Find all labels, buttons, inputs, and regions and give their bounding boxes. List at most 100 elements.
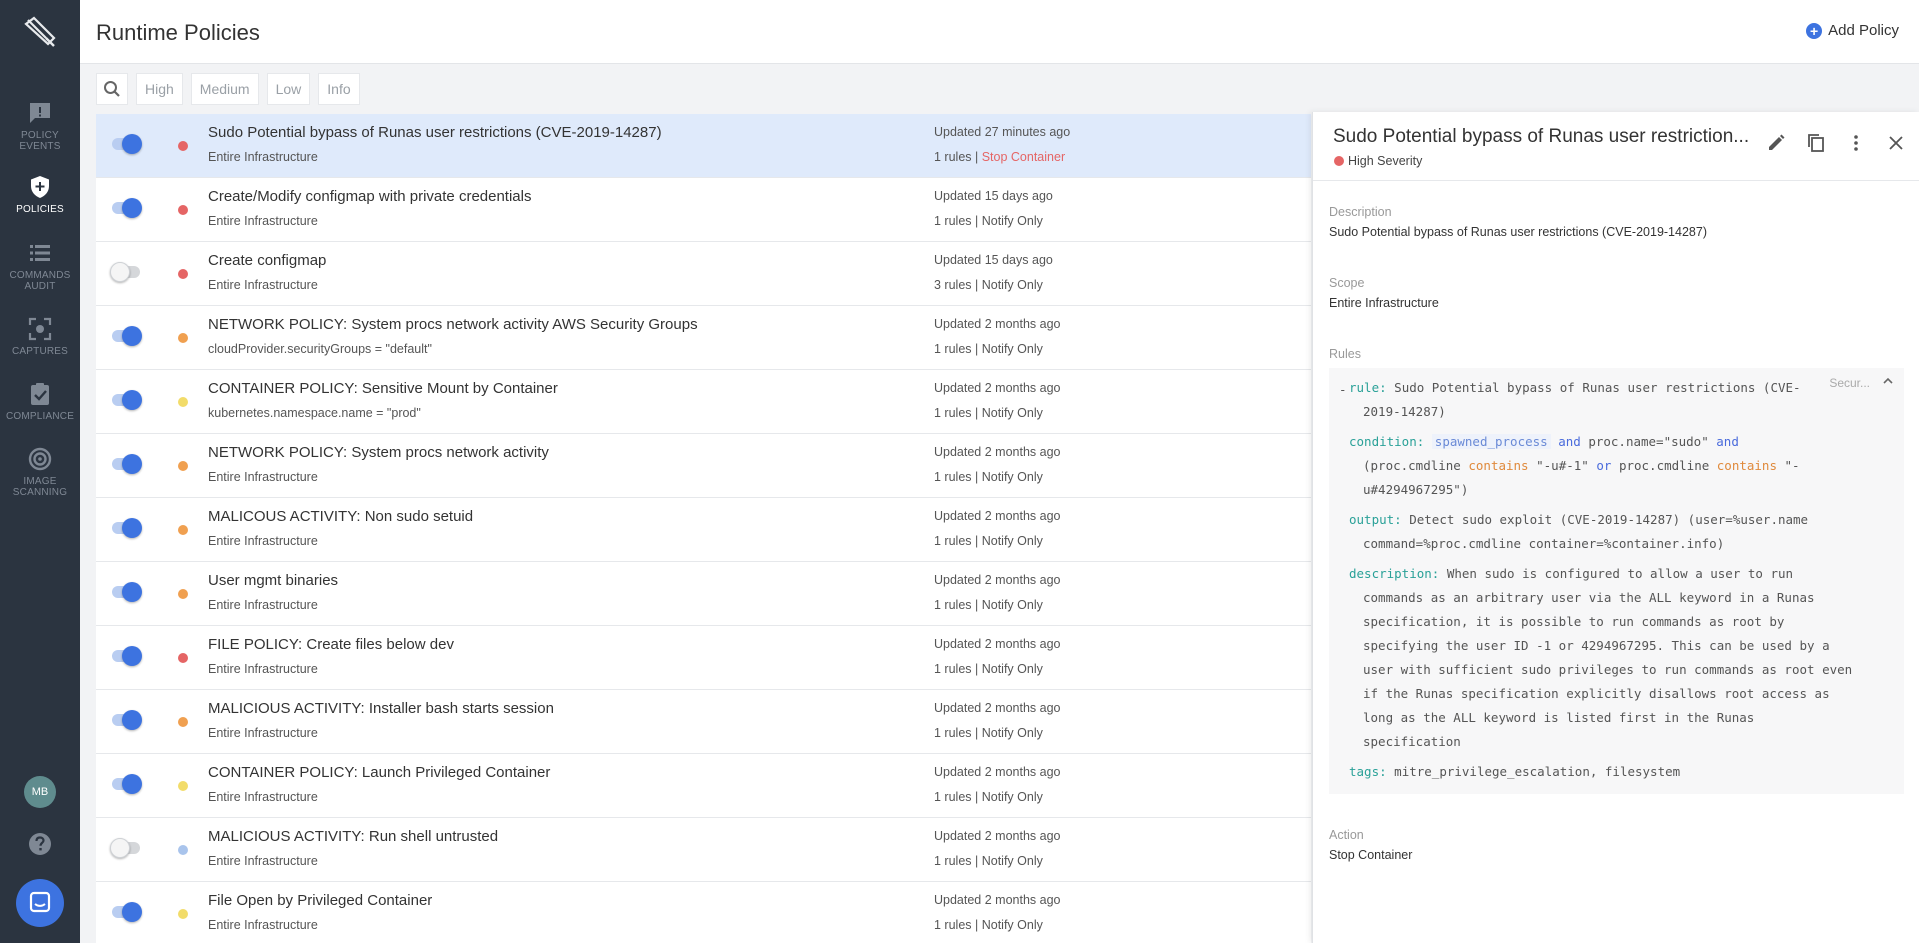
policy-toggle[interactable]	[110, 838, 140, 858]
policy-rules: 1 rules | Notify Only	[934, 662, 1043, 676]
policy-rules: 1 rules | Notify Only	[934, 214, 1043, 228]
code-text: (proc.cmdline	[1363, 458, 1461, 473]
policy-scope: Entire Infrastructure	[208, 534, 318, 548]
policy-row[interactable]: NETWORK POLICY: System procs network act…	[96, 306, 1311, 370]
policy-toggle[interactable]	[112, 198, 142, 218]
add-policy-button[interactable]: + Add Policy	[1806, 22, 1899, 39]
policy-row[interactable]: MALICOUS ACTIVITY: Non sudo setuid Entire…	[96, 498, 1311, 562]
chat-button[interactable]	[16, 879, 64, 927]
policy-rules: 1 rules | Notify Only	[934, 918, 1043, 932]
severity-dot	[178, 333, 188, 343]
policy-row[interactable]: Create/Modify configmap with private cre…	[96, 178, 1311, 242]
policy-updated: Updated 15 days ago	[934, 189, 1053, 203]
toggle-knob	[110, 838, 130, 858]
severity-dot	[178, 909, 188, 919]
search-button[interactable]	[96, 73, 128, 105]
policy-toggle[interactable]	[112, 646, 142, 666]
rule-count: 1 rules |	[934, 150, 982, 164]
plus-icon: +	[1806, 22, 1823, 39]
list-icon	[30, 245, 50, 261]
edit-button[interactable]	[1765, 132, 1787, 154]
policy-toggle[interactable]	[112, 518, 142, 538]
rule-count: 1 rules |	[934, 406, 982, 420]
toggle-knob	[110, 262, 130, 282]
policy-scope: Entire Infrastructure	[208, 726, 318, 740]
policy-row[interactable]: NETWORK POLICY: System procs network act…	[96, 434, 1311, 498]
policy-row[interactable]: CONTAINER POLICY: Sensitive Mount by Con…	[96, 370, 1311, 434]
policy-action: Notify Only	[981, 534, 1043, 548]
policy-row[interactable]: File Open by Privileged Container Entire …	[96, 882, 1311, 943]
policy-toggle[interactable]	[112, 390, 142, 410]
filter-info[interactable]: Info	[318, 73, 360, 105]
policy-updated: Updated 2 months ago	[934, 893, 1061, 907]
policy-row[interactable]: CONTAINER POLICY: Launch Privileged Cont…	[96, 754, 1311, 818]
code-text: Detect sudo exploit (CVE-2019-14287) (us…	[1409, 512, 1809, 527]
policy-row[interactable]: MALICIOUS ACTIVITY: Run shell untrusted E…	[96, 818, 1311, 882]
search-icon	[104, 81, 120, 97]
nav-policies[interactable]: POLICIES	[0, 174, 80, 215]
toggle-knob	[122, 774, 142, 794]
logo-icon[interactable]	[20, 12, 60, 52]
more-button[interactable]	[1845, 132, 1867, 154]
filter-low[interactable]: Low	[266, 73, 311, 105]
nav-image-scanning[interactable]: IMAGE SCANNING	[0, 446, 80, 498]
policy-rules: 1 rules | Notify Only	[934, 406, 1043, 420]
policy-toggle[interactable]	[112, 582, 142, 602]
chevron-up-icon[interactable]	[1882, 375, 1894, 387]
help-icon[interactable]	[28, 832, 52, 856]
nav-captures[interactable]: CAPTURES	[0, 316, 80, 357]
policy-toggle[interactable]	[112, 902, 142, 922]
policy-row[interactable]: MALICIOUS ACTIVITY: Installer bash start…	[96, 690, 1311, 754]
code-text: command=%proc.cmdline container=%contain…	[1363, 536, 1725, 551]
policy-row[interactable]: Sudo Potential bypass of Runas user rest…	[96, 114, 1311, 178]
code-line: user with sufficient sudo privileges to …	[1363, 662, 1853, 677]
rules-label: Rules	[1329, 347, 1361, 361]
nav-commands-audit[interactable]: COMMANDS AUDIT	[0, 240, 80, 292]
policy-row[interactable]: Create configmap Entire Infrastructure Upd…	[96, 242, 1311, 306]
policy-scope: Entire Infrastructure	[208, 790, 318, 804]
filter-high[interactable]: High	[136, 73, 183, 105]
code-line: output: Detect sudo exploit (CVE-2019-14…	[1349, 512, 1808, 527]
policy-updated: Updated 15 days ago	[934, 253, 1053, 267]
policy-toggle[interactable]	[112, 326, 142, 346]
rule-count: 1 rules |	[934, 214, 982, 228]
collapse-dash[interactable]: -	[1339, 382, 1347, 397]
policy-name: File Open by Privileged Container	[208, 892, 433, 909]
policy-updated: Updated 2 months ago	[934, 637, 1061, 651]
code-line: specifying the user ID -1 or 4294967295.…	[1363, 638, 1830, 653]
nav-compliance[interactable]: COMPLIANCE	[0, 381, 80, 422]
close-button[interactable]	[1885, 132, 1907, 154]
code-line: specification, it is possible to run com…	[1363, 614, 1785, 629]
severity-dot	[178, 717, 188, 727]
user-avatar[interactable]: MB	[24, 776, 56, 808]
detail-actions	[1747, 132, 1907, 154]
policy-updated: Updated 2 months ago	[934, 701, 1061, 715]
page-title: Runtime Policies	[96, 20, 260, 45]
policy-rules: 3 rules | Notify Only	[934, 278, 1043, 292]
nav-label: IMAGE	[23, 476, 57, 487]
toggle-knob	[122, 454, 142, 474]
policy-scope: Entire Infrastructure	[208, 598, 318, 612]
filter-medium[interactable]: Medium	[190, 73, 259, 105]
policy-toggle[interactable]	[110, 262, 140, 282]
policy-toggle[interactable]	[112, 774, 142, 794]
nav-policy-events[interactable]: POLICY EVENTS	[0, 100, 80, 152]
policy-row[interactable]: User mgmt binaries Entire Infrastructure U…	[96, 562, 1311, 626]
policy-rules: 1 rules | Notify Only	[934, 726, 1043, 740]
duplicate-button[interactable]	[1805, 132, 1827, 154]
policy-toggle[interactable]	[112, 134, 142, 154]
policy-scope: Entire Infrastructure	[208, 854, 318, 868]
code-line: u#4294967295")	[1363, 482, 1468, 497]
policy-updated: Updated 27 minutes ago	[934, 125, 1071, 139]
policy-toggle[interactable]	[112, 710, 142, 730]
code-keyword: or	[1596, 458, 1612, 473]
code-key: output:	[1349, 512, 1402, 527]
policy-updated: Updated 2 months ago	[934, 381, 1061, 395]
policy-name: Create configmap	[208, 252, 327, 269]
copy-icon	[1808, 134, 1824, 152]
policy-row[interactable]: FILE POLICY: Create files below dev Entir…	[96, 626, 1311, 690]
policy-name: Create/Modify configmap with private cre…	[208, 188, 532, 205]
policy-name: MALICIOUS ACTIVITY: Installer bash start…	[208, 700, 554, 717]
policy-toggle[interactable]	[112, 454, 142, 474]
rule-count: 3 rules |	[934, 278, 982, 292]
